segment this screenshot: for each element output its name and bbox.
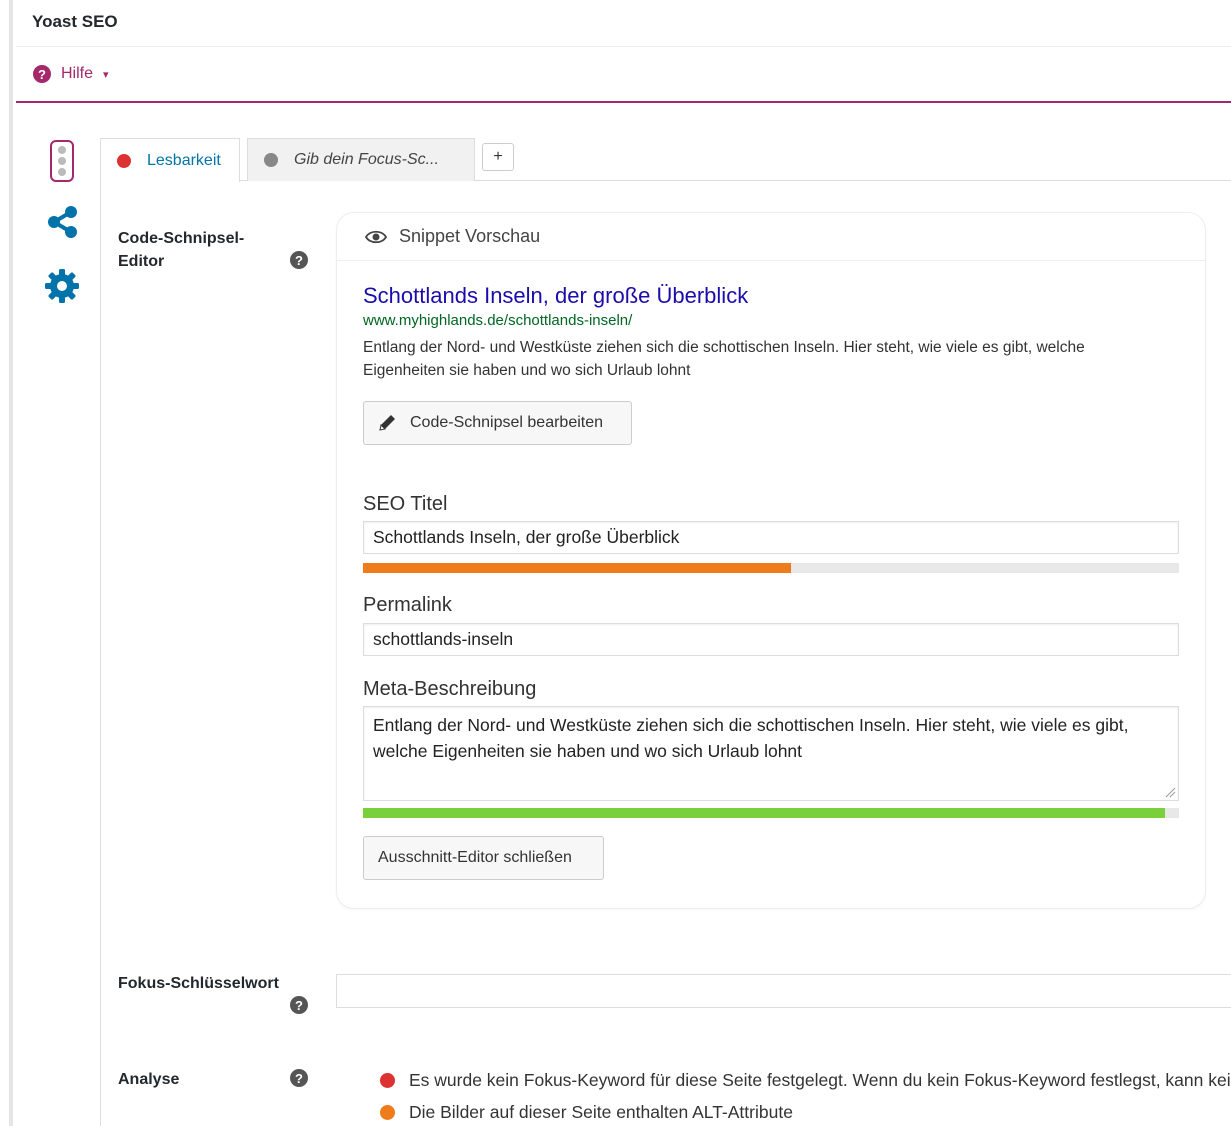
analysis-item: Es wurde kein Fokus-Keyword für diese Se… <box>380 1070 1231 1091</box>
traffic-light-dot <box>58 146 66 154</box>
close-snippet-editor-label: Ausschnitt-Editor schließen <box>378 849 572 866</box>
traffic-light-dot <box>58 168 66 176</box>
permalink-label: Permalink <box>363 594 452 616</box>
focus-keyword-label: Fokus-Schlüsselwort <box>118 975 279 992</box>
analysis-item-text: Es wurde kein Fokus-Keyword für diese Se… <box>409 1070 1231 1090</box>
score-dot-orange <box>380 1105 395 1120</box>
meta-description-progress-fill <box>363 808 1166 818</box>
meta-description-label: Meta-Beschreibung <box>363 678 537 700</box>
question-circle-icon: ? <box>33 65 51 83</box>
snippet-editor-label-line2: Editor <box>118 253 165 270</box>
meta-description-text: Entlang der Nord- und Westküste ziehen s… <box>373 715 1129 761</box>
analysis-list: Es wurde kein Fokus-Keyword für diese Se… <box>370 1060 1231 1126</box>
analysis-item: Die Bilder auf dieser Seite enthalten AL… <box>380 1102 793 1123</box>
snippet-preview-heading: Snippet Vorschau <box>399 226 541 246</box>
analysis-label: Analyse <box>118 1071 180 1088</box>
question-circle-icon[interactable]: ? <box>290 996 308 1014</box>
analysis-item-text: Die Bilder auf dieser Seite enthalten AL… <box>409 1102 793 1122</box>
score-dot-grey <box>264 153 278 167</box>
serp-url[interactable]: www.myhighlands.de/schottlands-inseln/ <box>363 312 632 329</box>
snippet-editor-label: Code-Schnipsel- Editor <box>118 227 244 273</box>
traffic-light-icon[interactable] <box>50 140 74 182</box>
seo-title-input[interactable] <box>363 521 1179 554</box>
gear-icon[interactable] <box>44 268 80 304</box>
close-snippet-editor-button[interactable]: Ausschnitt-Editor schließen <box>363 836 604 880</box>
tab-focus-keyword[interactable]: Gib dein Focus-Sc... <box>247 138 475 181</box>
focus-keyword-input[interactable] <box>336 974 1231 1008</box>
help-label: Hilfe <box>61 65 94 82</box>
caret-down-icon: ▾ <box>103 68 109 81</box>
header-divider <box>16 46 1231 47</box>
tab-readability[interactable]: Lesbarkeit <box>100 138 240 182</box>
brand-divider <box>16 101 1231 103</box>
seo-title-progress <box>363 563 1179 573</box>
serp-title[interactable]: Schottlands Inseln, der große Überblick <box>363 283 748 309</box>
seo-title-label: SEO Titel <box>363 493 448 515</box>
traffic-light-dot <box>58 157 66 165</box>
seo-title-progress-fill <box>363 563 792 573</box>
eye-icon <box>365 230 387 243</box>
meta-description-textarea[interactable]: Entlang der Nord- und Westküste ziehen s… <box>363 706 1179 801</box>
meta-description-progress <box>363 808 1179 818</box>
tab-readability-label: Lesbarkeit <box>147 151 221 169</box>
score-dot-red <box>380 1073 395 1088</box>
add-keyword-tab-button[interactable]: + <box>482 143 514 171</box>
question-circle-icon[interactable]: ? <box>290 1069 308 1087</box>
snippet-editor-label-line1: Code-Schnipsel- <box>118 230 245 247</box>
score-dot-red <box>117 153 131 168</box>
edit-snippet-label: Code-Schnipsel bearbeiten <box>410 414 604 431</box>
metabox-title: Yoast SEO <box>32 12 118 31</box>
tab-focus-keyword-label: Gib dein Focus-Sc... <box>294 151 439 168</box>
pencil-icon <box>379 415 395 431</box>
help-toggle[interactable]: ? Hilfe ▾ <box>33 65 109 83</box>
admin-left-border <box>9 0 13 1126</box>
edit-snippet-button[interactable]: Code-Schnipsel bearbeiten <box>363 401 632 445</box>
share-icon[interactable] <box>46 205 80 239</box>
permalink-input[interactable] <box>363 623 1179 656</box>
serp-description[interactable]: Entlang der Nord- und Westküste ziehen s… <box>363 336 1163 382</box>
snippet-preview-header: Snippet Vorschau <box>337 213 1205 261</box>
resize-grip-icon[interactable] <box>1164 786 1176 798</box>
question-circle-icon[interactable]: ? <box>290 251 308 269</box>
